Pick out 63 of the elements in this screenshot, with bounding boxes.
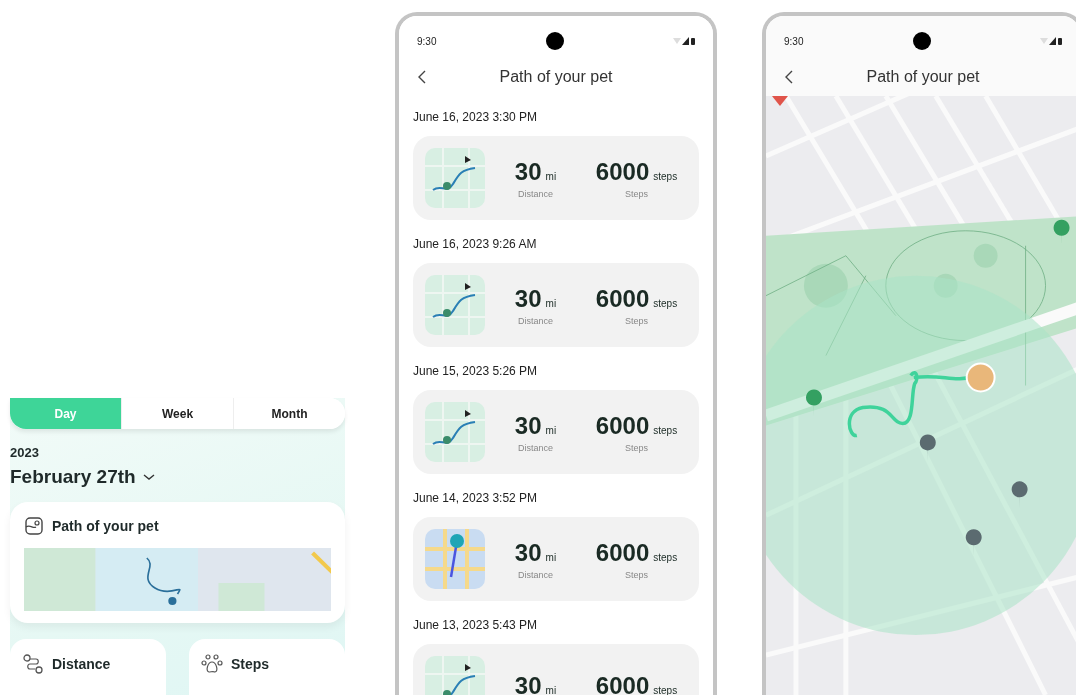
entry-date: June 16, 2023 3:30 PM — [413, 110, 539, 124]
route-icon — [22, 653, 44, 675]
stat-label: Distance — [518, 315, 553, 326]
entry-date: June 13, 2023 5:43 PM — [413, 618, 539, 632]
status-time: 9:30 — [784, 35, 804, 47]
walk-card[interactable]: 30 mi Distance 6000 steps Steps — [413, 517, 699, 601]
steps-value: 6000 — [595, 157, 650, 186]
distance-value: 30 — [514, 284, 542, 313]
camera-dot — [912, 32, 931, 50]
screen-title: Path of your pet — [866, 68, 980, 86]
period-tab[interactable]: Month — [233, 398, 345, 429]
entry-date: June 15, 2023 5:26 PM — [413, 364, 539, 378]
back-icon[interactable] — [417, 69, 427, 85]
stat-label: Distance — [518, 569, 553, 580]
screen-title: Path of your pet — [499, 68, 613, 86]
distance-unit: mi — [545, 685, 557, 695]
date-picker[interactable]: February 27th — [10, 466, 136, 488]
stat-label: Steps — [625, 569, 648, 580]
walk-card[interactable]: 30 mi Distance 6000 steps Steps — [413, 263, 699, 347]
paw-icon — [201, 653, 223, 675]
back-icon[interactable] — [784, 69, 794, 85]
distance-value: 30 — [514, 538, 542, 567]
city-map-thumbnail — [425, 529, 485, 589]
distance-unit: mi — [545, 551, 557, 563]
steps-value: 6000 — [595, 538, 650, 567]
year-label: 2023 — [10, 445, 40, 460]
distance-value: 30 — [514, 157, 542, 186]
signal-battery-icon — [1040, 36, 1062, 46]
stat-label: Steps — [625, 442, 648, 453]
walk-card[interactable]: 30 mi Distance 6000 steps Steps — [413, 390, 699, 474]
camera-dot — [545, 32, 564, 50]
steps-unit: steps — [653, 551, 678, 563]
metric-card[interactable]: Steps — [189, 639, 345, 695]
chevron-down-icon[interactable] — [141, 472, 156, 482]
stat-label: Steps — [625, 315, 648, 326]
entry-date: June 16, 2023 9:26 AM — [413, 237, 538, 251]
distance-value: 30 — [514, 672, 542, 695]
card-title: Path of your pet — [52, 518, 159, 534]
steps-unit: steps — [653, 170, 678, 182]
steps-value: 6000 — [595, 411, 650, 440]
status-time: 9:30 — [417, 35, 437, 47]
steps-value: 6000 — [595, 284, 650, 313]
park-map-thumbnail — [425, 148, 485, 208]
distance-value: 30 — [514, 411, 542, 440]
distance-unit: mi — [545, 424, 557, 436]
signal-battery-icon — [673, 36, 695, 46]
path-card[interactable]: Path of your pet — [10, 502, 345, 623]
park-map-thumbnail — [425, 275, 485, 335]
walk-card[interactable]: 30 mi Distance 6000 steps Steps — [413, 136, 699, 220]
metric-title: Steps — [231, 656, 270, 672]
stat-label: Distance — [518, 442, 553, 453]
map-icon — [24, 516, 44, 536]
steps-unit: steps — [653, 297, 678, 309]
stat-label: Steps — [625, 188, 648, 199]
steps-unit: steps — [653, 424, 678, 436]
park-map-thumbnail — [425, 402, 485, 462]
metric-card[interactable]: Distance — [10, 639, 166, 695]
stat-label: Distance — [518, 188, 553, 199]
steps-value: 6000 — [595, 672, 650, 695]
metric-title: Distance — [52, 656, 111, 672]
distance-unit: mi — [545, 170, 557, 182]
entry-date: June 14, 2023 3:52 PM — [413, 491, 539, 505]
distance-unit: mi — [545, 297, 557, 309]
